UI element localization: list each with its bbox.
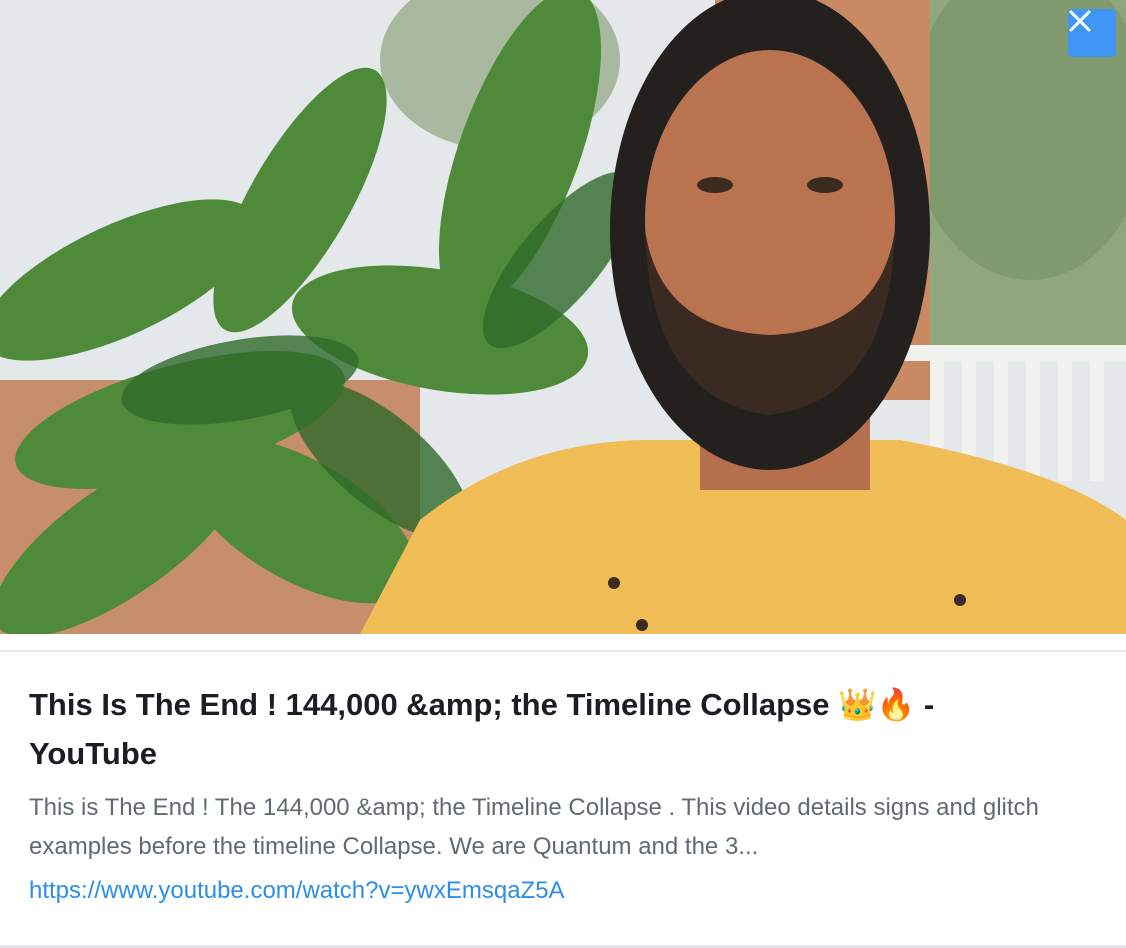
thumbnail-illustration	[0, 0, 1126, 634]
preview-description: This is The End ! The 144,000 &amp; the …	[29, 794, 1039, 860]
close-button[interactable]	[1068, 9, 1116, 57]
close-icon	[1069, 10, 1091, 32]
preview-title[interactable]: This Is The End ! 144,000 &amp; the Time…	[29, 680, 1029, 778]
link-preview-card: This Is The End ! 144,000 &amp; the Time…	[0, 0, 1126, 948]
preview-url-link[interactable]: https://www.youtube.com/watch?v=ywxEmsqa…	[29, 877, 565, 905]
divider	[0, 634, 1126, 652]
video-thumbnail[interactable]	[0, 0, 1126, 634]
